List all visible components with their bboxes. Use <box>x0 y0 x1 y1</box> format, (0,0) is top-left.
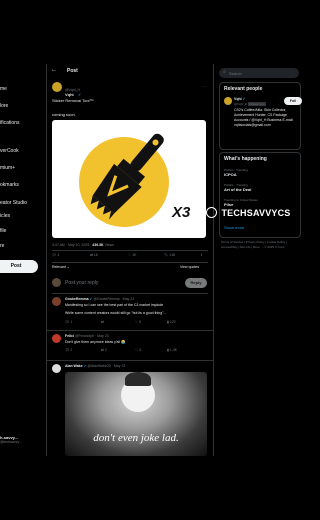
person-name[interactable]: Vqhi <box>234 97 242 101</box>
author-name: Vqhi <box>65 92 74 97</box>
avatar[interactable] <box>224 97 232 105</box>
reply-image[interactable]: don't even joke lad. <box>65 372 207 456</box>
main-column: ← Post Vqhi ✔ @Vqhi_H ··· Sticker Remova… <box>46 64 214 456</box>
post-text-2: coming soon. <box>52 112 76 117</box>
reply-icon[interactable]: 💬︎ 4 <box>52 253 59 257</box>
happening-title: What's happening <box>224 156 267 162</box>
repost-icon[interactable]: ⇄ <box>101 320 104 324</box>
views-count: 436.3K <box>92 243 104 247</box>
person-bio: CS2's Coffee/Ailia. Skin Collector, Achi… <box>234 108 294 127</box>
views-icon[interactable]: ▮ 1.3K <box>167 348 177 352</box>
reply-button[interactable]: Reply <box>185 278 207 288</box>
list-item[interactable]: Felici @Fercdolph · May 23 Don't give th… <box>47 332 213 358</box>
reply-author[interactable]: Felici <box>65 334 74 338</box>
search-input[interactable]: ⌕ Search <box>219 68 299 78</box>
views-icon[interactable]: ▮ 122 <box>167 320 176 324</box>
relevant-people-card: Relevant people Vqhi ✔ @Vqhi_H Follows y… <box>219 82 302 150</box>
reply-handle: @Fercdolph · May 23 <box>74 334 109 338</box>
arrow-left-icon[interactable]: ← <box>51 67 57 73</box>
reply-text: Manifesting so I can see the best part o… <box>65 303 164 307</box>
avatar[interactable] <box>52 364 61 373</box>
reply-text: Don't give them anymore ideas y'all 😭 <box>65 340 126 344</box>
post-text-1: Sticker Removal Tool™ <box>52 98 94 103</box>
right-column: ⌕ Search Relevant people Vqhi ✔ @Vqhi_H … <box>217 64 302 464</box>
sidebar-item-profile[interactable]: file <box>0 228 6 234</box>
sidebar-item-home[interactable]: me <box>0 86 7 92</box>
repost-icon[interactable]: ⇄ 16 <box>90 253 98 257</box>
repost-icon[interactable]: ⇄ 2 <box>101 348 107 352</box>
reply-text: While some content creators would still … <box>65 311 167 315</box>
like-icon[interactable]: ♡ 5 <box>135 320 141 324</box>
reply-input[interactable]: Post your reply <box>65 280 98 286</box>
post-actions: 💬︎ 4 ⇄ 16 ♡ 1K 🔖︎ 118 ⇪ <box>52 253 208 261</box>
reply-author[interactable]: GoukeRemma <box>65 297 89 301</box>
list-item[interactable]: Alan Wake ✔ @AlanWake23 · May 23 don't e… <box>47 362 213 456</box>
search-icon: ⌕ <box>223 69 226 75</box>
sort-relevant[interactable]: Relevant ⌄ <box>52 265 70 269</box>
reply-icon[interactable]: 💬︎ 2 <box>65 348 72 352</box>
account-switcher[interactable]: h-savvy... @techsavvy... <box>0 435 45 444</box>
view-quotes-link[interactable]: View quotes <box>180 265 199 269</box>
sidebar-item-grok[interactable]: verCook <box>0 148 19 154</box>
watermark-logo-icon <box>206 207 217 219</box>
bookmark-icon[interactable]: 🔖︎ 118 <box>164 253 175 257</box>
sidebar-item-bookmarks[interactable]: okmarks <box>0 182 19 188</box>
reply-author[interactable]: Alan Wake <box>65 364 83 368</box>
show-more-link[interactable]: Show more <box>224 225 244 230</box>
like-icon[interactable]: ♡ 1K <box>128 253 136 257</box>
sidebar-item-notifications[interactable]: ifications <box>0 120 19 126</box>
author-handle: @Vqhi_H <box>65 88 81 92</box>
post-timestamp: 4:47 AM · May 20, 2025 · 436.3K Views <box>52 243 114 247</box>
relevant-title: Relevant people <box>224 86 263 92</box>
sidebar-item-more[interactable]: re <box>0 243 4 249</box>
meme-caption: don't even joke lad. <box>93 432 179 444</box>
sidebar-item-creator-studio[interactable]: eator Studio <box>0 200 27 206</box>
header: ← Post <box>47 64 213 78</box>
account-handle: @techsavvy... <box>0 440 22 444</box>
page-title: Post <box>67 68 78 74</box>
chevron-down-icon: ⌄ <box>66 265 70 269</box>
post-button[interactable]: Post <box>0 260 38 273</box>
x3-badge: X3 <box>172 204 191 221</box>
like-icon[interactable]: ♡ 3 <box>135 348 141 352</box>
sidebar-item-explore[interactable]: lore <box>0 103 8 109</box>
follows-you-badge: Follows you <box>247 102 266 106</box>
follow-button[interactable]: Foll <box>284 97 302 105</box>
avatar[interactable] <box>52 334 61 343</box>
sidebar-item-articles[interactable]: icles <box>0 213 10 219</box>
reply-avatar <box>52 278 61 287</box>
footer-links[interactable]: Terms of Service | Privacy Policy | Cook… <box>221 240 295 249</box>
figure-hat <box>125 372 151 386</box>
more-icon[interactable]: ··· <box>203 84 207 89</box>
trend-item[interactable]: Politics · Trending ICPOA <box>224 168 248 177</box>
reply-handle: @GoukeRemma · May 23 <box>93 297 135 301</box>
verified-icon: ✔ <box>78 93 82 97</box>
sidebar-item-premium[interactable]: mium+ <box>0 165 15 171</box>
avatar[interactable] <box>52 82 62 92</box>
verified-icon: ✔ <box>242 97 246 101</box>
watermark: TECHSAVVYCS <box>206 204 292 219</box>
avatar[interactable] <box>52 297 61 306</box>
person-handle: @Vqhi_H <box>234 102 247 106</box>
left-sidebar: me lore ifications verCook mium+ okmarks… <box>0 60 45 460</box>
trend-item[interactable]: Politics · Trending Art of the Deal <box>224 183 251 192</box>
views-label: Views <box>104 243 114 247</box>
share-icon[interactable]: ⇪ <box>200 253 203 257</box>
list-item[interactable]: GoukeRemma ✔ @GoukeRemma · May 23 Manife… <box>47 295 213 329</box>
reply-handle: @AlanWake23 · May 23 <box>87 364 126 368</box>
post-image[interactable]: X3 <box>52 120 206 238</box>
reply-icon[interactable]: 💬︎ 1 <box>65 320 72 324</box>
whats-happening-card: What's happening Politics · Trending ICP… <box>219 152 301 238</box>
